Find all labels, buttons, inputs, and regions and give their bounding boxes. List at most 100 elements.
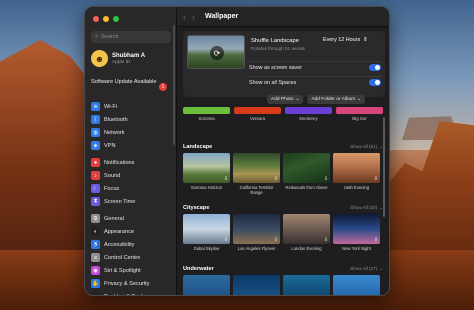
- wallpaper-caption: Redwoods from Above: [285, 185, 328, 190]
- sidebar-item-notifications[interactable]: ● Notifications: [91, 156, 171, 169]
- sidebar-item-wi-fi[interactable]: ≋ Wi-Fi: [91, 100, 171, 113]
- apple-id-profile[interactable]: ☻ Shubham A Apple ID: [91, 50, 145, 67]
- privacy-icon: ✋: [91, 279, 100, 288]
- show-all-label: Show All (27): [350, 266, 378, 271]
- dynamic-wallpaper-ventura[interactable]: Ventura: [234, 107, 281, 125]
- section-title: Underwater: [183, 265, 214, 272]
- sidebar-item-label: Bluetooth: [104, 116, 128, 123]
- desktop-dock-icon: ▭: [91, 292, 100, 295]
- section-title: Landscape: [183, 143, 213, 150]
- sidebar-item-appearance[interactable]: ◐ Appearance: [91, 225, 171, 238]
- sidebar-item-accessibility[interactable]: ♿ Accessibility: [91, 238, 171, 251]
- sidebar-item-sound[interactable]: ♪ Sound: [91, 169, 171, 182]
- sidebar: ⌕ Search ☻ Shubham A Apple ID Software U…: [85, 7, 177, 295]
- software-update-label: Software Update Available: [91, 79, 157, 85]
- wallpaper-caption: Ventura: [249, 116, 266, 121]
- show-all-button[interactable]: Show All (27) ⌄: [350, 266, 383, 272]
- sidebar-item-bluetooth[interactable]: ᛒ Bluetooth: [91, 113, 171, 126]
- wallpaper-tile[interactable]: ⇩ Redwoods from Above: [283, 153, 330, 195]
- screen-saver-option: Show as screen saver: [249, 61, 381, 73]
- sidebar-item-label: Focus: [104, 185, 120, 192]
- wallpaper-caption: Sonoma Horizon: [190, 185, 223, 190]
- wallpaper-tile[interactable]: ⇩ Dubai Skyline: [183, 214, 230, 251]
- current-wallpaper-title: Shuffle Landscape: [251, 38, 299, 44]
- sidebar-item-label: Network: [104, 129, 125, 136]
- sidebar-item-label: Accessibility: [104, 241, 135, 248]
- wallpaper-caption: Los Angeles Flyover: [237, 246, 276, 251]
- sidebar-item-privacy-security[interactable]: ✋ Privacy & Security: [91, 277, 171, 290]
- stepper-icon: ⇕: [363, 37, 368, 43]
- user-name: Shubham A: [112, 52, 146, 59]
- sidebar-group-network: ≋ Wi-Fi ᛒ Bluetooth ◍ Network ◈ VPN: [91, 100, 171, 152]
- screen-saver-toggle[interactable]: [369, 64, 381, 71]
- traffic-lights: [93, 16, 119, 22]
- download-icon: ⇩: [223, 237, 228, 243]
- download-icon: ⇩: [323, 237, 328, 243]
- forward-arrow-icon[interactable]: ›: [192, 12, 195, 22]
- download-icon: ⇩: [273, 176, 278, 182]
- sidebar-item-network[interactable]: ◍ Network: [91, 126, 171, 139]
- software-update-item[interactable]: Software Update Available 1: [91, 79, 171, 91]
- wallpaper-tile[interactable]: ⇩ London Evening: [283, 214, 330, 251]
- wallpaper-caption: New York Night: [342, 246, 371, 251]
- wallpaper-tile[interactable]: [233, 275, 280, 295]
- back-arrow-icon[interactable]: ‹: [183, 12, 186, 22]
- section-header: Underwater Show All (27) ⌄: [183, 264, 383, 273]
- appearance-icon: ◐: [91, 227, 100, 236]
- frequency-select[interactable]: Every 12 Hours ⇕: [323, 37, 368, 43]
- screen-time-icon: ⧗: [91, 197, 100, 206]
- vpn-icon: ◈: [91, 141, 100, 150]
- sidebar-item-general[interactable]: ⚙ General: [91, 212, 171, 225]
- dynamic-wallpaper-sonoma[interactable]: Sonoma: [183, 107, 230, 125]
- minimize-button[interactable]: [103, 16, 109, 22]
- show-all-button[interactable]: Show All (30) ⌄: [350, 205, 383, 211]
- sidebar-item-focus[interactable]: ☾ Focus: [91, 182, 171, 195]
- section-header: Cityscape Show All (30) ⌄: [183, 203, 383, 212]
- search-input[interactable]: ⌕ Search: [91, 31, 171, 43]
- add-photo-button[interactable]: Add Photo ⌄: [267, 95, 304, 104]
- chevron-down-icon: ⌄: [357, 97, 362, 102]
- wallpaper-caption: California Temblor Range: [239, 185, 274, 195]
- sidebar-item-label: General: [104, 215, 124, 222]
- wallpaper-tile[interactable]: [283, 275, 330, 295]
- all-spaces-label: Show on all Spaces: [249, 79, 297, 86]
- wallpaper-tile[interactable]: [183, 275, 230, 295]
- section-landscape: Landscape Show All (61) ⌄ ⇩ Sonoma Horizon ⇩ C…: [183, 142, 383, 195]
- add-folder-label: Add Folder or Album: [311, 97, 356, 102]
- sidebar-item-desktop-dock[interactable]: ▭ Desktop & Dock: [91, 290, 171, 295]
- wallpaper-tile[interactable]: ⇩ Utah Evening: [333, 153, 380, 195]
- close-button[interactable]: [93, 16, 99, 22]
- sidebar-item-label: Privacy & Security: [104, 280, 150, 287]
- wallpaper-tile[interactable]: [333, 275, 380, 295]
- zoom-button[interactable]: [113, 16, 119, 22]
- sidebar-scrollbar[interactable]: [173, 25, 175, 145]
- current-wallpaper-thumbnail[interactable]: ⟳: [187, 35, 245, 69]
- show-all-label: Show All (30): [350, 205, 378, 210]
- sidebar-item-vpn[interactable]: ◈ VPN: [91, 139, 171, 152]
- show-all-button[interactable]: Show All (61) ⌄: [350, 144, 383, 150]
- wallpaper-tile[interactable]: ⇩ Sonoma Horizon: [183, 153, 230, 195]
- wifi-icon: ≋: [91, 102, 100, 111]
- main-scrollbar[interactable]: [383, 117, 385, 217]
- dynamic-wallpaper-big sur[interactable]: Big Sur: [336, 107, 383, 125]
- chevron-down-icon: ⌄: [379, 265, 383, 271]
- add-folder-button[interactable]: Add Folder or Album ⌄: [307, 95, 366, 104]
- sidebar-item-label: Screen Time: [104, 198, 136, 205]
- sidebar-item-screen-time[interactable]: ⧗ Screen Time: [91, 195, 171, 208]
- wallpaper-caption: Monterey: [299, 116, 318, 121]
- wallpaper-swatch: [234, 107, 281, 114]
- add-buttons: Add Photo ⌄ Add Folder or Album ⌄: [267, 95, 366, 104]
- dynamic-wallpaper-monterey[interactable]: Monterey: [285, 107, 332, 125]
- wallpaper-tile[interactable]: ⇩ New York Night: [333, 214, 380, 251]
- sidebar-item-label: VPN: [104, 142, 116, 149]
- wallpaper-thumbnail: [283, 275, 330, 295]
- wallpaper-caption: London Evening: [291, 246, 322, 251]
- download-icon: ⇩: [323, 176, 328, 182]
- download-icon: ⇩: [373, 237, 378, 243]
- all-spaces-toggle[interactable]: [369, 79, 381, 86]
- sidebar-item-label: Siri & Spotlight: [104, 267, 141, 274]
- sidebar-item-control-centre[interactable]: ≡ Control Centre: [91, 251, 171, 264]
- wallpaper-tile[interactable]: ⇩ California Temblor Range: [233, 153, 280, 195]
- wallpaper-tile[interactable]: ⇩ Los Angeles Flyover: [233, 214, 280, 251]
- sidebar-item-siri-spotlight[interactable]: ◉ Siri & Spotlight: [91, 264, 171, 277]
